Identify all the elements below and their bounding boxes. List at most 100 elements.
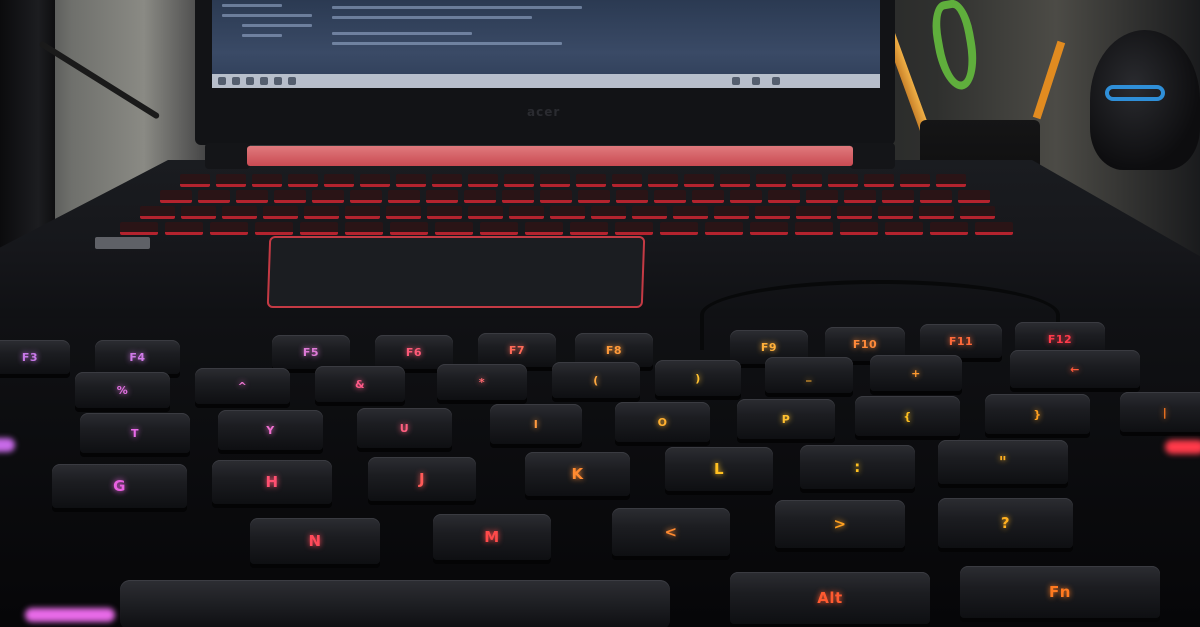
key-21[interactable]: U: [357, 408, 452, 448]
laptop-key: [263, 206, 298, 219]
laptop-key: [660, 222, 698, 235]
key-1[interactable]: F4: [95, 340, 180, 374]
laptop-key: [920, 190, 952, 203]
key-12[interactable]: &: [315, 366, 405, 402]
laptop-key: [684, 174, 714, 187]
laptop-key: [768, 190, 800, 203]
laptop-key: [274, 190, 306, 203]
laptop-key: [324, 174, 354, 187]
key-18[interactable]: ←: [1010, 350, 1140, 388]
laptop-key: [795, 222, 833, 235]
key-15[interactable]: ): [655, 360, 741, 396]
key-legend: O: [657, 415, 668, 429]
key-legend: :: [854, 458, 861, 476]
code-line: [332, 32, 472, 35]
code-line: [222, 14, 312, 17]
laptop-key: [844, 190, 876, 203]
app-icon: [288, 77, 296, 85]
key-legend: N: [308, 532, 322, 550]
key-legend: >: [833, 515, 847, 533]
key-19[interactable]: T: [80, 413, 190, 453]
laptop-key: [936, 174, 966, 187]
key-39[interactable]: ?: [938, 498, 1073, 548]
laptop-key: [806, 190, 838, 203]
key-38[interactable]: >: [775, 500, 905, 548]
key-16[interactable]: _: [765, 357, 853, 393]
key-36[interactable]: M: [433, 514, 551, 560]
key-37[interactable]: <: [612, 508, 730, 556]
laptop-key: [878, 206, 913, 219]
key-24[interactable]: P: [737, 399, 835, 439]
laptop-key: [975, 222, 1013, 235]
key-25[interactable]: {: [855, 396, 960, 436]
laptop-key: [140, 206, 175, 219]
key-glow: [25, 608, 115, 622]
key-legend: L: [713, 460, 725, 478]
key-4[interactable]: F7: [478, 333, 556, 367]
laptop-key: [885, 222, 923, 235]
key-14[interactable]: (: [552, 362, 640, 398]
key-2[interactable]: F5: [272, 335, 350, 369]
laptop-sticker: [95, 237, 150, 249]
laptop-key: [216, 174, 246, 187]
laptop-key: [616, 190, 648, 203]
laptop-key: [255, 222, 293, 235]
laptop-key: [181, 206, 216, 219]
key-13[interactable]: *: [437, 364, 527, 400]
laptop-key: [464, 190, 496, 203]
key-30[interactable]: J: [368, 457, 476, 501]
key-26[interactable]: }: [985, 394, 1090, 434]
laptop-key: [576, 174, 606, 187]
key-legend: (: [593, 373, 599, 387]
tray-icon: [732, 77, 740, 85]
key-legend: F4: [129, 350, 146, 364]
photo-scene: acer F3 F4 F5 F6 F7 F8 F9 F10 F11 F12% ^ & * () _ + ← T Y U…: [0, 0, 1200, 627]
key-31[interactable]: K: [525, 452, 630, 496]
laptop-key: [750, 222, 788, 235]
code-line: [332, 16, 532, 19]
key-33[interactable]: :: [800, 445, 915, 489]
key-17[interactable]: +: [870, 355, 962, 391]
laptop-key: [288, 174, 318, 187]
key-legend: %: [116, 383, 129, 397]
key-29[interactable]: H: [212, 460, 332, 504]
laptop-key: [960, 206, 995, 219]
key-34[interactable]: ": [938, 440, 1068, 484]
laptop-key: [345, 222, 383, 235]
key-40[interactable]: Alt: [730, 572, 930, 624]
key-legend: ^: [237, 379, 248, 393]
laptop-key: [591, 206, 626, 219]
key-0[interactable]: F3: [0, 340, 70, 374]
key-legend: F11: [948, 334, 974, 348]
key-10[interactable]: %: [75, 372, 170, 408]
app-icon: [274, 77, 282, 85]
laptop-key: [755, 206, 790, 219]
laptop-key: [540, 174, 570, 187]
laptop-key: [432, 174, 462, 187]
key-legend: ): [695, 371, 701, 385]
laptop-key: [468, 206, 503, 219]
key-8[interactable]: F11: [920, 324, 1002, 358]
key-23[interactable]: O: [615, 402, 710, 442]
key-legend: F6: [405, 345, 423, 359]
laptop-key: [198, 190, 230, 203]
key-20[interactable]: Y: [218, 410, 323, 450]
laptop-key: [632, 206, 667, 219]
key-legend: K: [571, 465, 584, 483]
laptop-key: [504, 174, 534, 187]
key-32[interactable]: L: [665, 447, 773, 491]
key-22[interactable]: I: [490, 404, 582, 444]
laptop-key: [930, 222, 968, 235]
key-legend: _: [806, 368, 812, 382]
key-28[interactable]: G: [52, 464, 187, 508]
laptop-key: [648, 174, 678, 187]
key-35[interactable]: N: [250, 518, 380, 564]
laptop-key: [435, 222, 473, 235]
key-27[interactable]: |: [1120, 392, 1200, 432]
laptop-key: [165, 222, 203, 235]
key-11[interactable]: ^: [195, 368, 290, 404]
laptop-key: [468, 174, 498, 187]
key-41[interactable]: Fn: [960, 566, 1160, 618]
hinge-right: [850, 143, 895, 169]
laptop-key: [570, 222, 608, 235]
